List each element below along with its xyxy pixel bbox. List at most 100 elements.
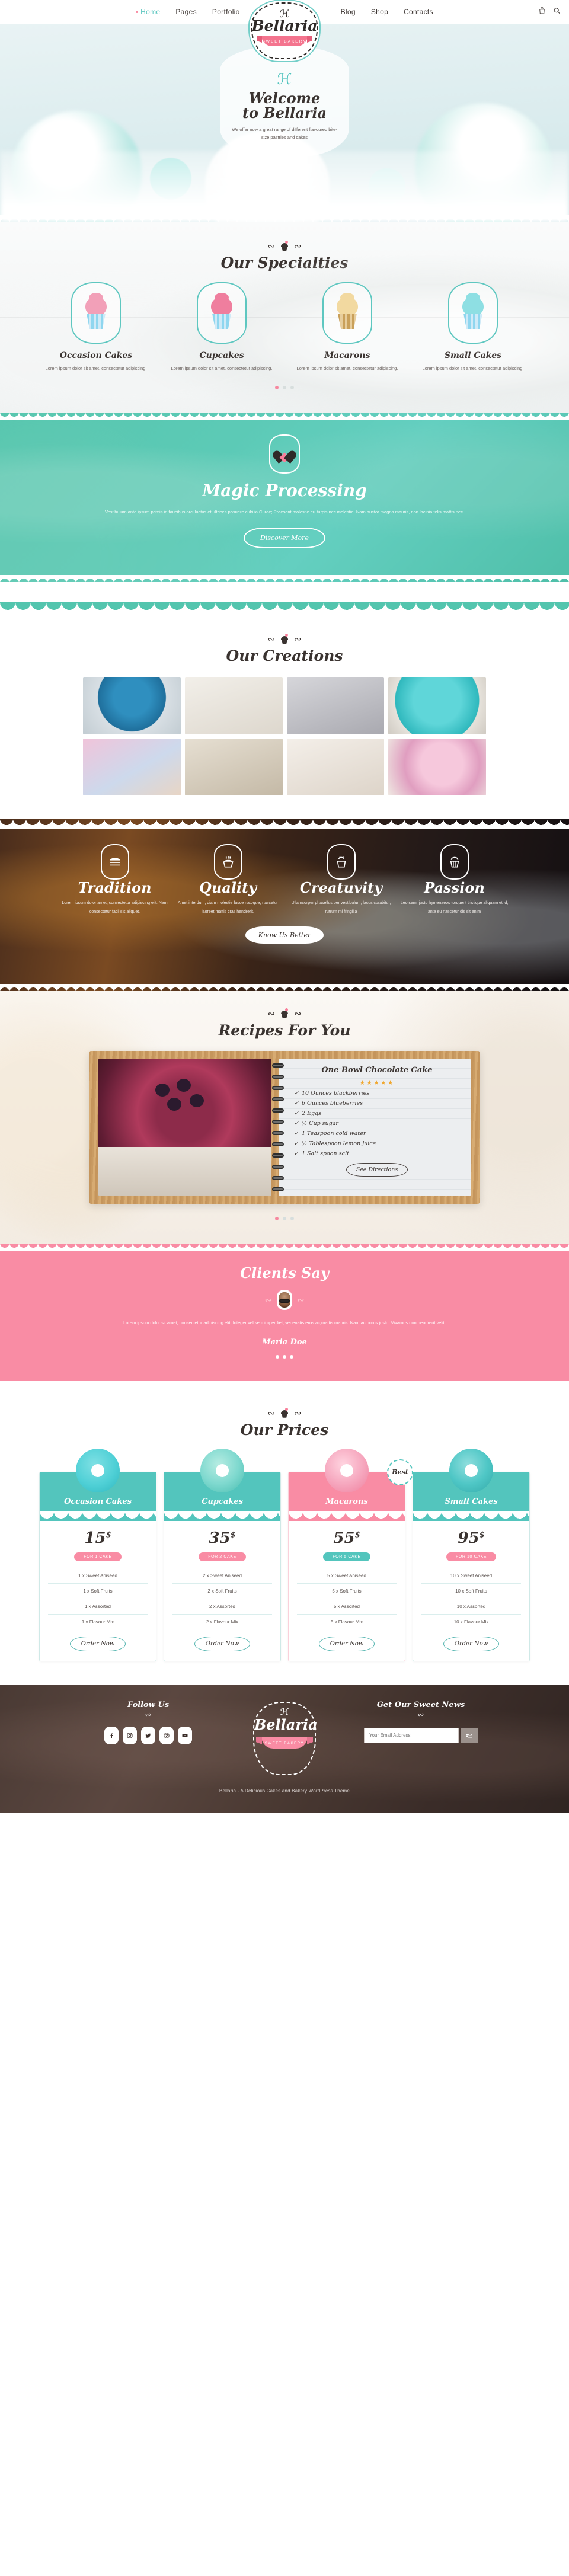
ornament-flourish-left: ∾ — [267, 634, 276, 645]
social-link-youtube[interactable] — [178, 1726, 192, 1744]
nav-item-portfolio[interactable]: Portfolio — [212, 8, 240, 16]
gallery-tile[interactable] — [286, 677, 385, 735]
logo-name: Bellaria — [251, 17, 318, 34]
social-link-pinterest[interactable] — [159, 1726, 174, 1744]
testimonial-title: Clients Say — [240, 1264, 329, 1282]
pricing-card-body: 35$ FOR 2 CAKE 2 x Sweet Aniseed 2 x Sof… — [164, 1521, 280, 1661]
carousel-dot[interactable] — [275, 386, 279, 390]
testimonial-author: Maria Doe — [262, 1337, 307, 1347]
facebook-icon — [110, 1733, 113, 1738]
hero-subtitle: We offer now a great range of different … — [232, 126, 337, 140]
feature-name: Passion — [424, 879, 485, 897]
carousel-dot[interactable] — [275, 1217, 279, 1221]
know-us-better-button[interactable]: Know Us Better — [245, 926, 324, 944]
feature-badge — [440, 844, 469, 880]
gallery-tile[interactable] — [286, 739, 385, 796]
see-directions-button[interactable]: See Directions — [346, 1162, 408, 1177]
pricing-amount: 55$ — [333, 1529, 360, 1547]
pricing-card-body: 55$ FOR 5 CAKE 5 x Sweet Aniseed 5 x Sof… — [289, 1521, 405, 1661]
carousel-dot[interactable] — [290, 1217, 294, 1221]
pricing-feature: 1 x Sweet Aniseed — [48, 1568, 148, 1584]
search-icon[interactable] — [553, 7, 561, 15]
twitter-icon — [145, 1733, 151, 1738]
specialty-card[interactable]: Small Cakes Lorem ipsum dolor sit amet, … — [417, 282, 529, 373]
cupcake-icon — [280, 241, 289, 251]
pricing-feature: 2 x Sweet Aniseed — [172, 1568, 272, 1584]
berry — [167, 1098, 181, 1111]
footer-logo[interactable]: ℋ Bellaria SWEET BAKERY — [246, 1701, 323, 1775]
gallery-tile[interactable] — [83, 739, 181, 796]
magic-processing-section: Magic Processing Vestibulum ante ipsum p… — [0, 413, 569, 583]
check-icon: ✓ — [294, 1110, 299, 1117]
pricing-card-header: Small Cakes — [413, 1448, 529, 1511]
pricing-drip — [164, 1511, 280, 1521]
nav-item-contacts[interactable]: Contacts — [404, 8, 433, 16]
header-icons — [538, 7, 561, 15]
pricing-card-body: 15$ FOR 1 CAKE 1 x Sweet Aniseed 1 x Sof… — [40, 1521, 156, 1661]
nav-item-pages[interactable]: Pages — [175, 8, 197, 16]
order-now-button[interactable]: Order Now — [318, 1636, 375, 1651]
check-icon: ✓ — [294, 1150, 299, 1157]
pricing-amount: 15$ — [84, 1529, 111, 1547]
ornament-flourish-left: ∾ — [264, 1295, 272, 1306]
gallery-tile[interactable] — [388, 739, 486, 796]
nav-item-home[interactable]: Home — [136, 8, 160, 16]
gallery-tile[interactable] — [388, 677, 486, 735]
order-now-button[interactable]: Order Now — [69, 1636, 126, 1651]
social-link-facebook[interactable] — [104, 1726, 119, 1744]
specialties-section: ∾ ∾ Our Specialties Occasion Cakes Lorem… — [0, 222, 569, 414]
hero-swirl-icon: ℋ — [277, 71, 292, 88]
creations-section: ∾ ∾ Our Creations — [0, 582, 569, 820]
order-now-button[interactable]: Order Now — [443, 1636, 500, 1651]
carousel-dot[interactable] — [276, 1354, 279, 1359]
pricing-tag: FOR 5 CAKE — [323, 1552, 370, 1561]
discover-more-button[interactable]: Discover More — [244, 528, 325, 548]
recipes-carousel-dots[interactable] — [0, 1217, 569, 1221]
carousel-dot[interactable] — [283, 1217, 286, 1221]
carousel-dot[interactable] — [290, 386, 294, 390]
carousel-dot[interactable] — [290, 1354, 293, 1359]
social-link-twitter[interactable] — [141, 1726, 155, 1744]
prices-title: Our Prices — [240, 1421, 329, 1439]
specialty-card[interactable]: Occasion Cakes Lorem ipsum dolor sit ame… — [40, 282, 152, 373]
youtube-icon — [182, 1734, 188, 1737]
recipe-rating-stars: ★★★★★ — [359, 1079, 395, 1086]
footer-follow-column: Follow Us ∾ — [74, 1701, 222, 1744]
gallery-tile[interactable] — [83, 677, 181, 735]
carousel-dot[interactable] — [283, 1354, 286, 1359]
testimonial-text: Lorem ipsum dolor sit amet, consectetur … — [123, 1320, 446, 1326]
specialty-name: Occasion Cakes — [59, 351, 133, 360]
send-mail-icon — [466, 1733, 472, 1738]
nav-item-shop[interactable]: Shop — [371, 8, 388, 16]
gallery-tile[interactable] — [184, 677, 283, 735]
bag-icon[interactable] — [538, 7, 546, 15]
logo-content: ℋ Bellaria SWEET BAKERY — [251, 2, 318, 46]
donut-icon — [76, 1448, 120, 1492]
hero-foreground-blur — [0, 151, 569, 222]
gallery-tile[interactable] — [184, 739, 283, 796]
cupcake-icon — [280, 1407, 289, 1418]
pricing-card: Occasion Cakes 15$ FOR 1 CAKE 1 x Sweet … — [39, 1448, 156, 1661]
pricing-tag: FOR 2 CAKE — [199, 1552, 246, 1561]
specialties-carousel-dots[interactable] — [0, 386, 569, 390]
testimonial-carousel-dots[interactable] — [0, 1354, 569, 1359]
order-now-button[interactable]: Order Now — [194, 1636, 251, 1651]
features-bottom-scallop — [0, 984, 569, 992]
newsletter-submit-button[interactable] — [461, 1727, 478, 1743]
footer-columns: Follow Us ∾ ℋ Bellaria SWEET BAKERY Get … — [0, 1685, 569, 1775]
berry — [177, 1079, 191, 1092]
site-logo[interactable]: ℋ Bellaria SWEET BAKERY — [251, 2, 318, 59]
nav-item-blog[interactable]: Blog — [341, 8, 356, 16]
ornament-flourish-right: ∾ — [293, 634, 302, 645]
carousel-dot[interactable] — [283, 386, 286, 390]
small-cake-icon — [460, 293, 486, 330]
specialty-card[interactable]: Macarons Lorem ipsum dolor sit amet, con… — [291, 282, 404, 373]
cupcake-icon — [280, 1008, 289, 1019]
email-input[interactable] — [364, 1727, 459, 1743]
social-link-instagram[interactable] — [123, 1726, 137, 1744]
social-links — [74, 1726, 222, 1744]
prices-ornament: ∾ ∾ — [0, 1407, 569, 1419]
pricing-features: 5 x Sweet Aniseed 5 x Soft Fruits 5 x As… — [297, 1568, 397, 1629]
specialty-card[interactable]: Cupcakes Lorem ipsum dolor sit amet, con… — [165, 282, 278, 373]
pricing-features: 2 x Sweet Aniseed 2 x Soft Fruits 2 x As… — [172, 1568, 272, 1629]
